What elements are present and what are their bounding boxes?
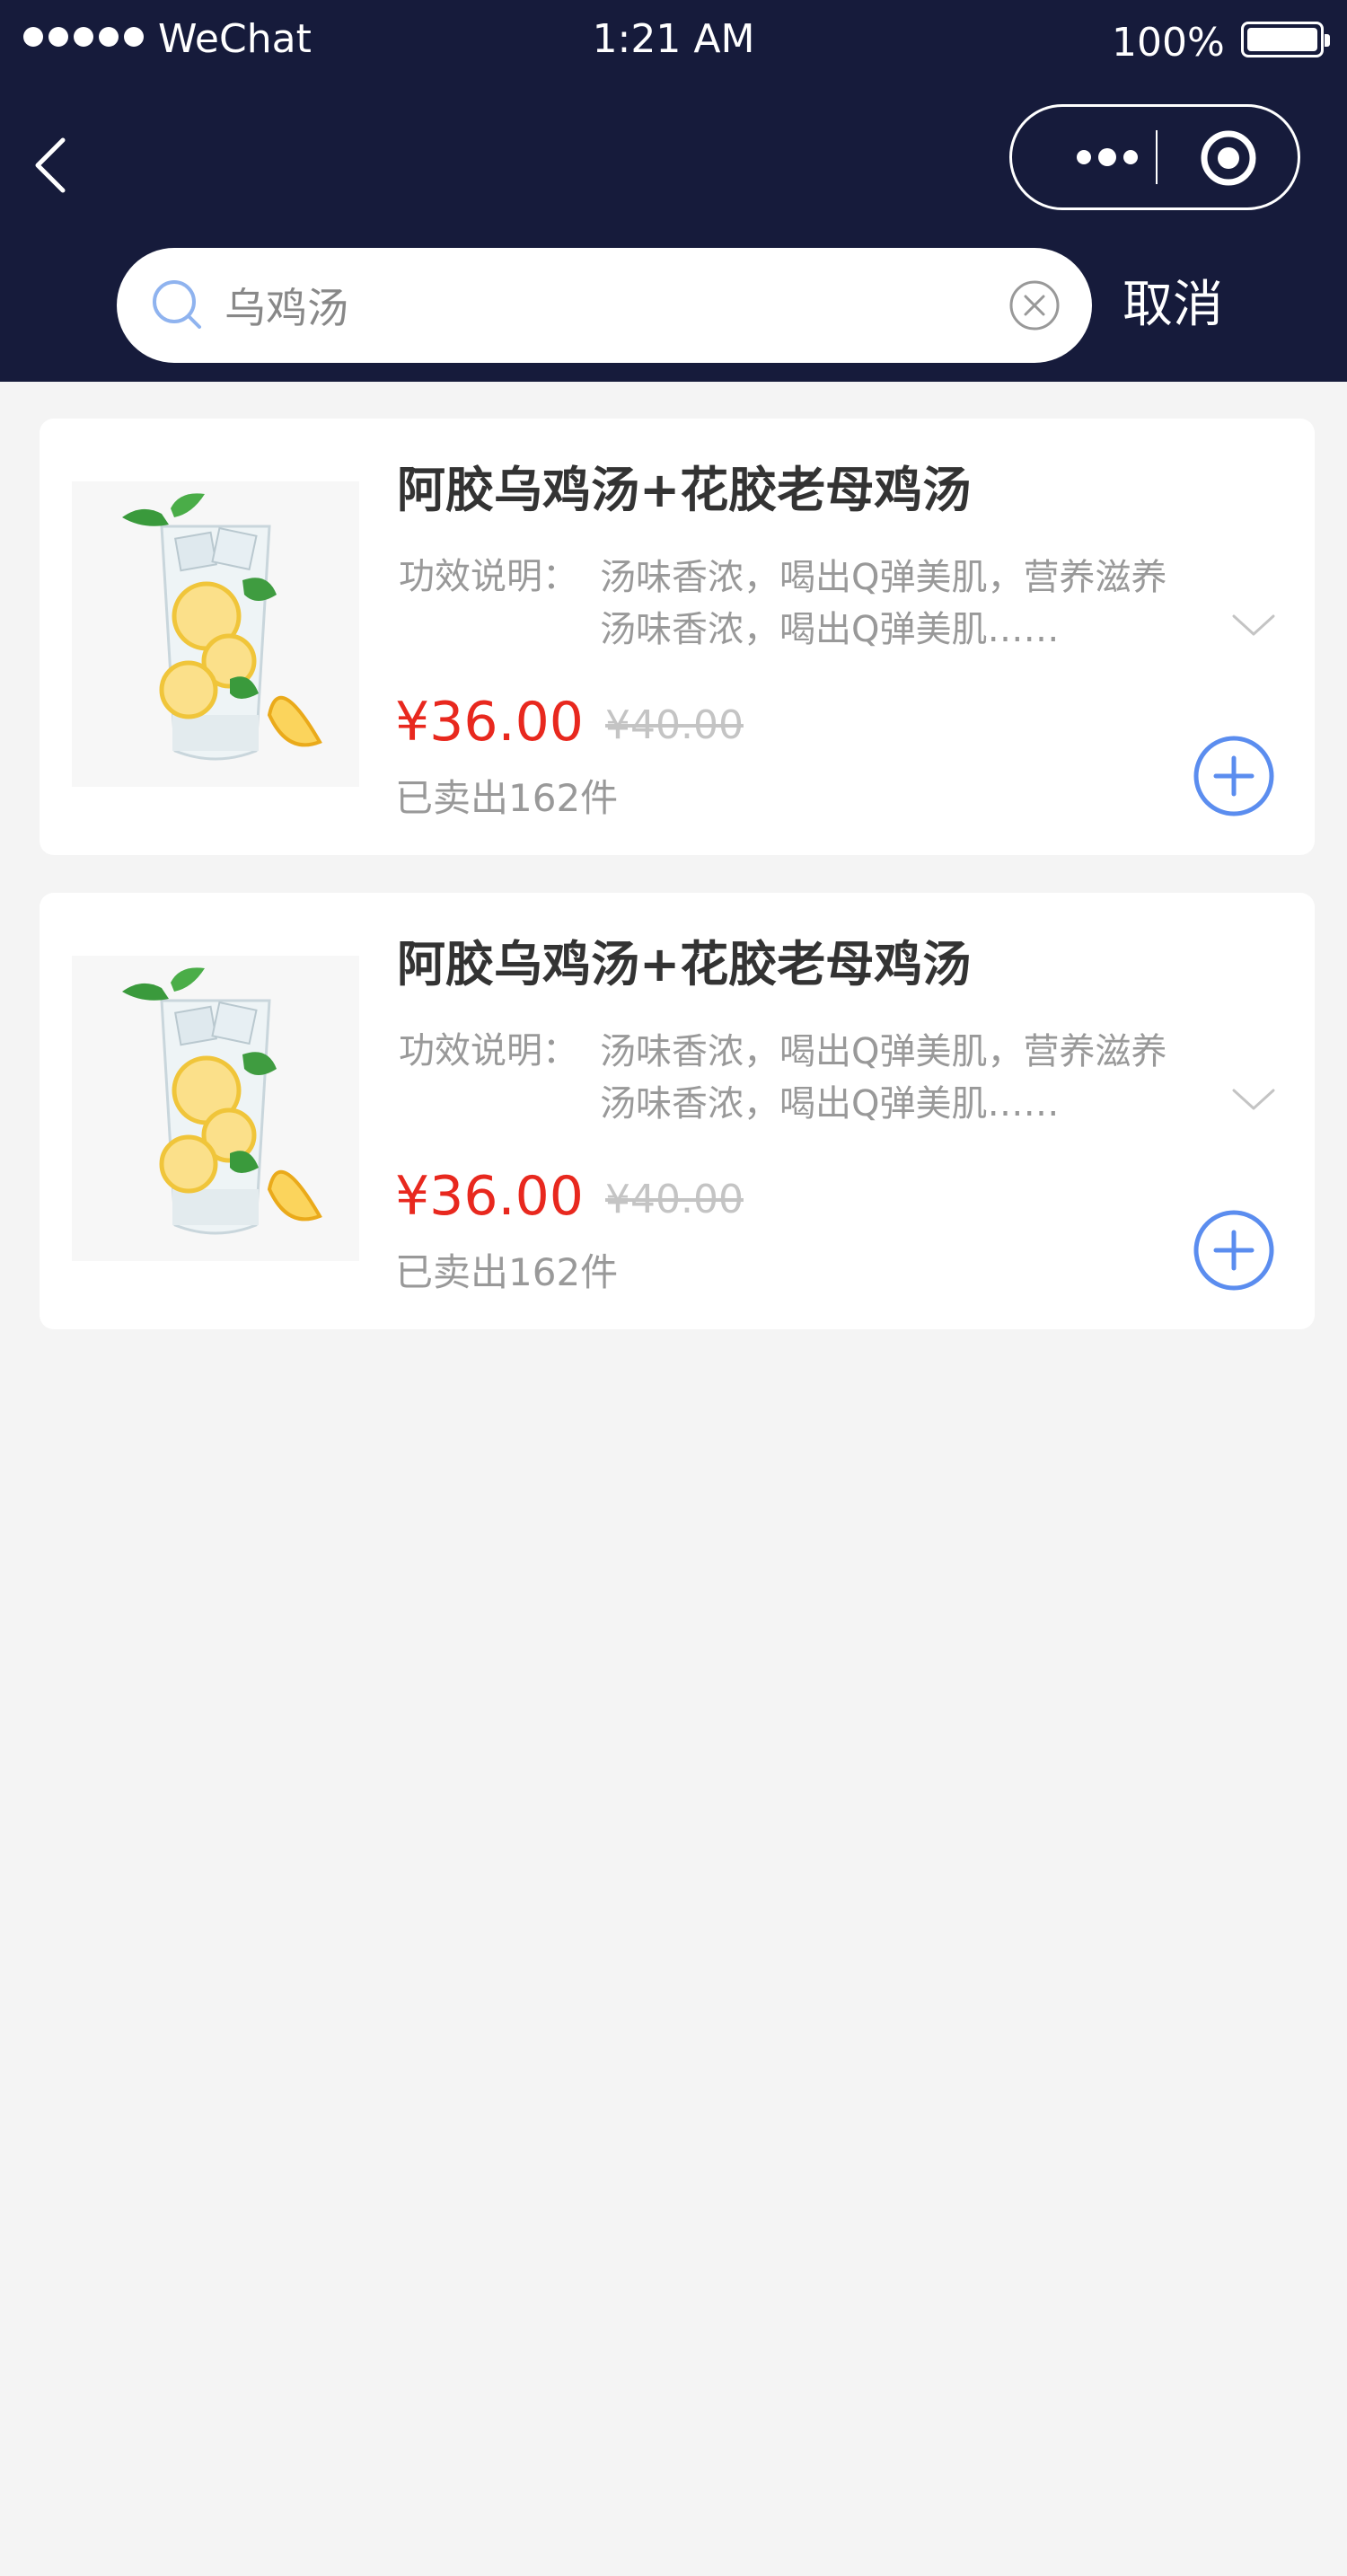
miniprogram-capsule [1009, 104, 1300, 210]
chevron-down-icon[interactable] [1230, 611, 1277, 638]
sold-count: 已卖出162件 [395, 1250, 619, 1294]
original-price: ¥40.00 [605, 1177, 744, 1222]
product-card[interactable]: 阿胶乌鸡汤+花胶老母鸡汤 功效说明： 汤味香浓，喝出Q弹美肌，营养滋养 汤味香浓… [40, 419, 1315, 855]
product-price: ¥36.00 [395, 1165, 584, 1228]
product-title: 阿胶乌鸡汤+花胶老母鸡汤 [397, 936, 972, 992]
desc-text: 汤味香浓，喝出Q弹美肌，营养滋养 汤味香浓，喝出Q弹美肌…… [600, 1026, 1219, 1130]
product-title: 阿胶乌鸡汤+花胶老母鸡汤 [397, 462, 972, 518]
cancel-button[interactable]: 取消 [1122, 269, 1223, 341]
product-image [72, 481, 359, 787]
add-to-cart-button[interactable] [1193, 735, 1275, 817]
add-to-cart-button[interactable] [1193, 1209, 1275, 1292]
product-card[interactable]: 阿胶乌鸡汤+花胶老母鸡汤 功效说明： 汤味香浓，喝出Q弹美肌，营养滋养 汤味香浓… [40, 893, 1315, 1329]
desc-line: 汤味香浓，喝出Q弹美肌…… [600, 609, 1060, 650]
clear-icon[interactable] [1008, 278, 1061, 332]
back-icon[interactable] [32, 135, 68, 196]
product-image [72, 956, 359, 1261]
product-price: ¥36.00 [395, 691, 584, 754]
desc-line: 汤味香浓，喝出Q弹美肌，营养滋养 [600, 557, 1167, 598]
battery-percent: 100% [1112, 20, 1225, 66]
battery-icon [1241, 22, 1330, 57]
desc-line: 汤味香浓，喝出Q弹美肌，营养滋养 [600, 1031, 1167, 1072]
chevron-down-icon[interactable] [1230, 1085, 1277, 1112]
close-miniprogram-icon[interactable] [1197, 127, 1260, 190]
more-icon[interactable] [1055, 107, 1159, 207]
sold-count: 已卖出162件 [395, 776, 619, 820]
desc-label: 功效说明： [399, 1030, 578, 1072]
header: WeChat 1:21 AM 100% 乌鸡汤 取消 [0, 0, 1347, 382]
desc-label: 功效说明： [399, 556, 578, 597]
desc-text: 汤味香浓，喝出Q弹美肌，营养滋养 汤味香浓，喝出Q弹美肌…… [600, 551, 1219, 656]
capsule-divider [1156, 130, 1158, 184]
original-price: ¥40.00 [605, 702, 744, 748]
desc-line: 汤味香浓，喝出Q弹美肌…… [600, 1083, 1060, 1125]
search-input[interactable] [224, 271, 997, 340]
search-box[interactable] [117, 248, 1092, 363]
search-icon [153, 280, 201, 329]
status-bar: WeChat 1:21 AM 100% [0, 0, 1347, 81]
